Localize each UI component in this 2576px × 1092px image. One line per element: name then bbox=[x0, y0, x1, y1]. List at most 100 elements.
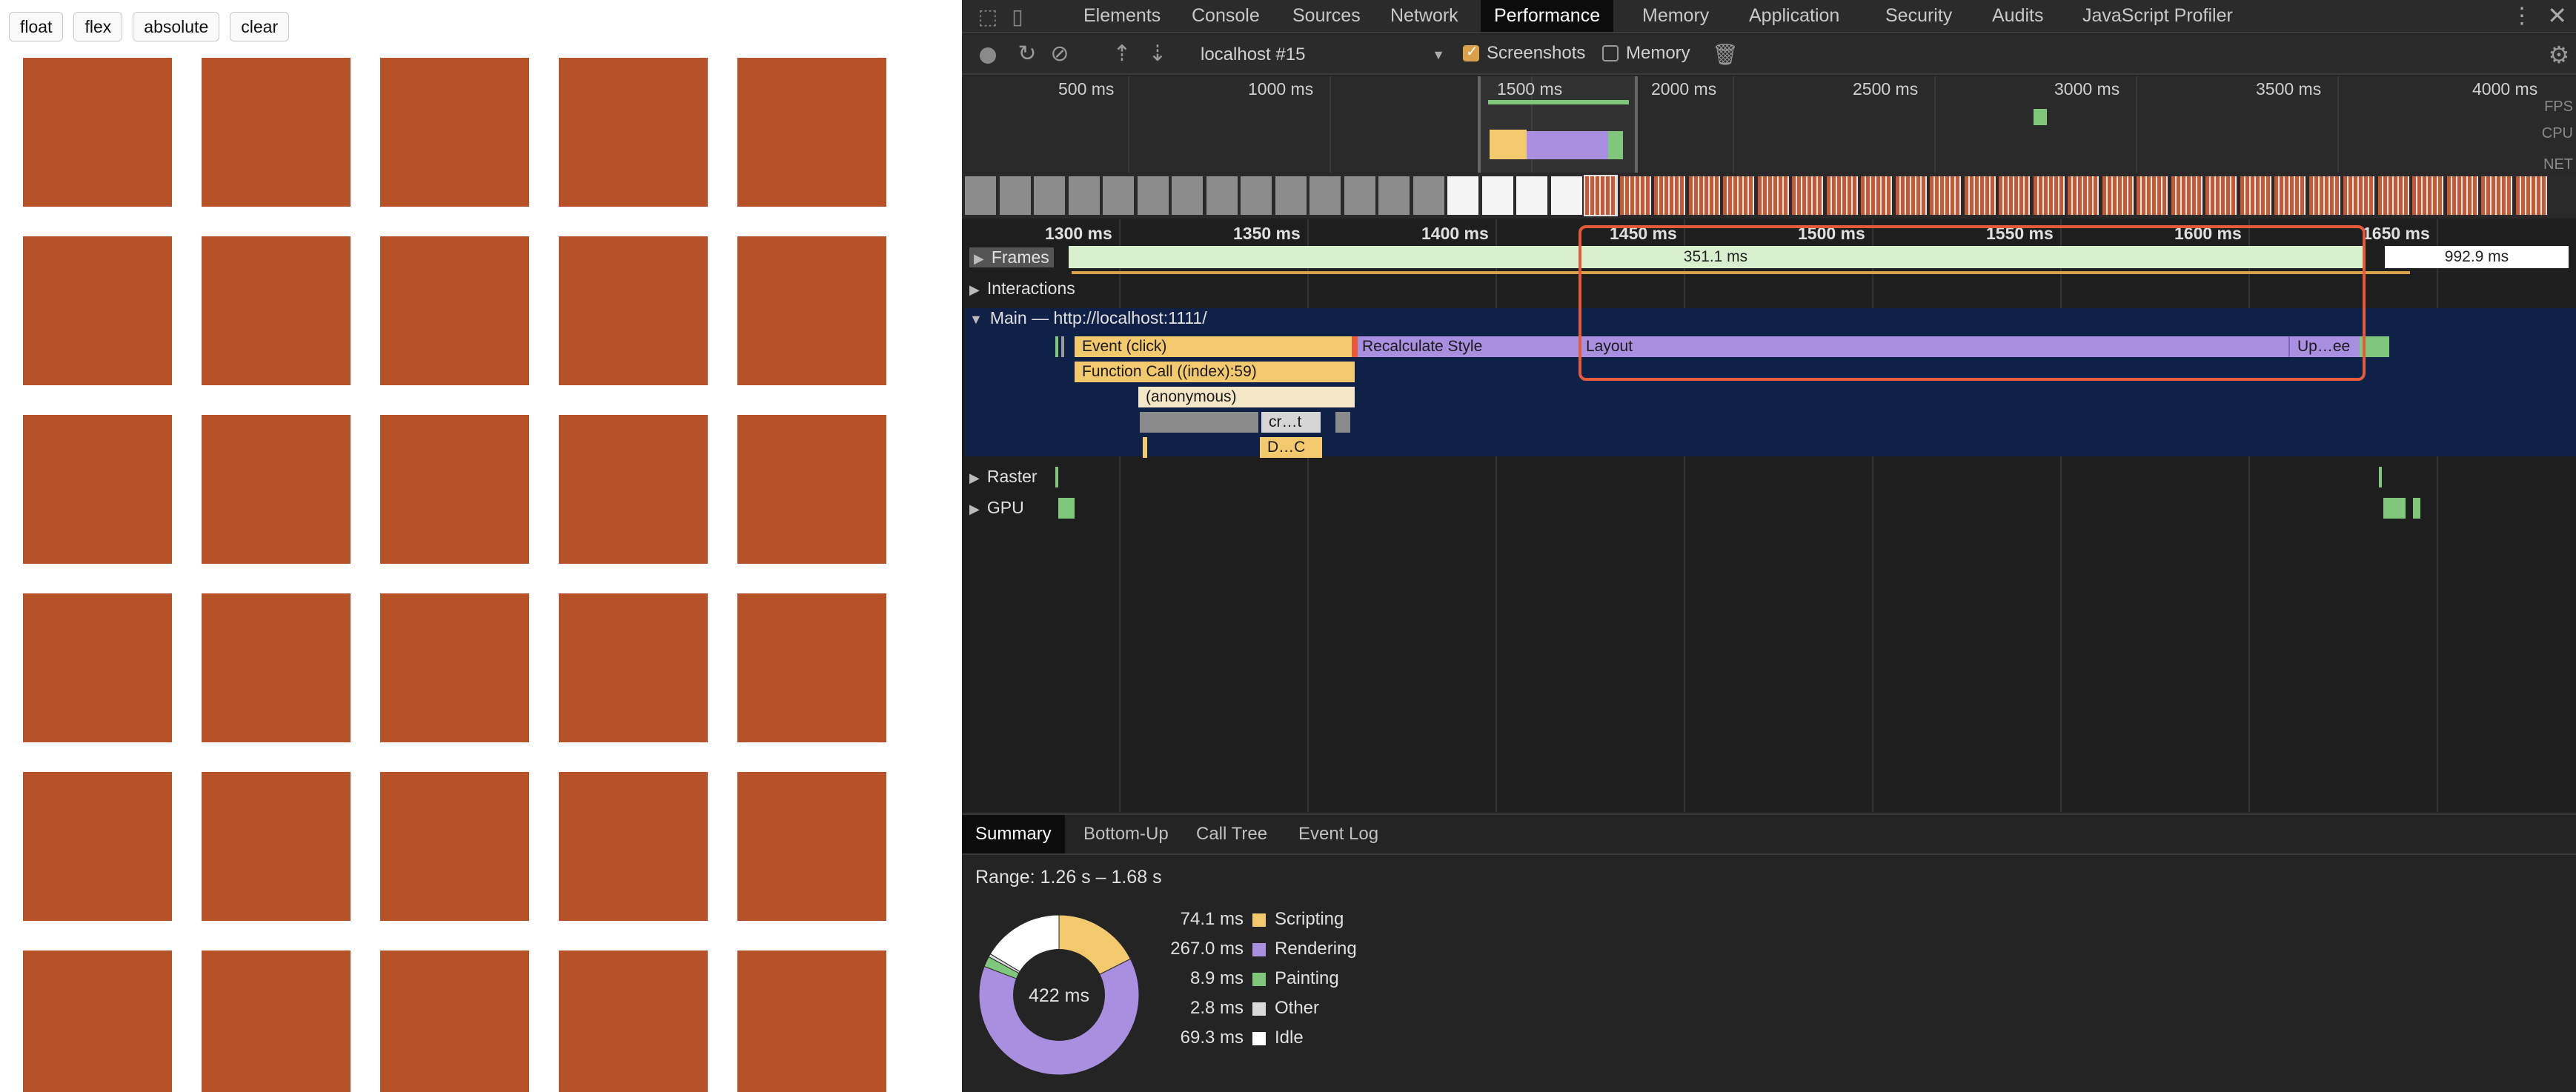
tab-memory[interactable]: Memory bbox=[1629, 0, 1722, 32]
frame-bar[interactable]: 992.9 ms bbox=[2385, 246, 2569, 268]
tab-network[interactable]: Network bbox=[1377, 0, 1472, 32]
screenshot-thumbnail[interactable] bbox=[1688, 176, 1720, 215]
flame-dc[interactable]: D…C bbox=[1260, 437, 1322, 458]
inspect-element-icon[interactable]: ⬚ bbox=[975, 4, 1000, 30]
track-main[interactable]: ▼ Main — http://localhost:1111/ bbox=[969, 308, 1207, 328]
screenshot-thumbnail[interactable] bbox=[2377, 176, 2409, 215]
device-toolbar-icon[interactable]: ▯ bbox=[1005, 4, 1030, 30]
screenshot-thumbnail[interactable] bbox=[1344, 176, 1375, 215]
profile-select[interactable]: localhost #15 ▼ bbox=[1201, 42, 1445, 67]
screenshots-checkbox[interactable] bbox=[1463, 42, 1479, 61]
tab-application[interactable]: Application bbox=[1736, 0, 1853, 32]
screenshot-thumbnail[interactable] bbox=[1137, 176, 1169, 215]
tab-audits[interactable]: Audits bbox=[1979, 0, 2057, 32]
tab-performance[interactable]: Performance bbox=[1481, 0, 1614, 32]
screenshot-thumbnail[interactable] bbox=[1999, 176, 2030, 215]
reload-record-icon[interactable]: ↻ bbox=[1014, 41, 1040, 67]
screenshot-thumbnail[interactable] bbox=[1826, 176, 1858, 215]
screenshot-thumbnail[interactable] bbox=[2102, 176, 2134, 215]
screenshot-thumbnail[interactable] bbox=[1378, 176, 1410, 215]
screenshot-thumbnail[interactable] bbox=[1757, 176, 1789, 215]
screenshot-thumbnail[interactable] bbox=[1413, 176, 1444, 215]
upload-profile-icon[interactable]: ⇡ bbox=[1109, 41, 1135, 67]
overview-tick-label: 3000 ms bbox=[2054, 79, 2120, 99]
clear-button[interactable]: clear bbox=[230, 12, 290, 41]
tab-event-log[interactable]: Event Log bbox=[1285, 815, 1392, 853]
flame-function-call[interactable]: Function Call ((index):59) bbox=[1075, 362, 1355, 382]
tab-sources[interactable]: Sources bbox=[1279, 0, 1374, 32]
flame-recalculate-style[interactable]: Recalculate Style bbox=[1355, 336, 1579, 357]
screenshot-thumbnail[interactable] bbox=[1275, 176, 1307, 215]
screenshot-thumbnail[interactable] bbox=[1516, 176, 1547, 215]
screenshot-thumbnail[interactable] bbox=[1550, 176, 1582, 215]
flex-button[interactable]: flex bbox=[73, 12, 123, 41]
download-profile-icon[interactable]: ⇣ bbox=[1144, 41, 1171, 67]
screenshot-thumbnail[interactable] bbox=[1172, 176, 1203, 215]
track-frames[interactable]: ▶ Frames bbox=[969, 247, 1054, 267]
screenshot-thumbnail[interactable] bbox=[2481, 176, 2512, 215]
tab-call-tree[interactable]: Call Tree bbox=[1183, 815, 1281, 853]
track-gpu[interactable]: ▶ GPU bbox=[969, 498, 1024, 518]
screenshot-thumbnail[interactable] bbox=[2515, 176, 2547, 215]
track-raster[interactable]: ▶ Raster bbox=[969, 467, 1038, 487]
trash-icon[interactable]: 🗑 bbox=[1712, 42, 1739, 67]
more-options-icon[interactable]: ⋮ bbox=[2511, 0, 2533, 32]
screenshot-filmstrip[interactable] bbox=[962, 173, 2576, 218]
flame-create[interactable]: cr…t bbox=[1261, 412, 1321, 433]
screenshot-thumbnail[interactable] bbox=[1792, 176, 1823, 215]
track-main-label: Main — http://localhost:1111/ bbox=[989, 308, 1207, 327]
screenshot-thumbnail[interactable] bbox=[2068, 176, 2099, 215]
screenshot-thumbnail[interactable] bbox=[1241, 176, 1272, 215]
screenshot-thumbnail[interactable] bbox=[2412, 176, 2443, 215]
fps-label: FPS bbox=[2544, 99, 2573, 115]
flame-anonymous[interactable]: (anonymous) bbox=[1138, 387, 1355, 407]
screenshot-thumbnail[interactable] bbox=[2205, 176, 2237, 215]
close-icon[interactable]: ✕ bbox=[2547, 0, 2567, 32]
screenshot-thumbnail[interactable] bbox=[1584, 175, 1618, 216]
gpu-bar bbox=[1058, 498, 1075, 519]
screenshot-thumbnail[interactable] bbox=[1654, 176, 1685, 215]
screenshot-thumbnail[interactable] bbox=[2343, 176, 2374, 215]
screenshot-thumbnail[interactable] bbox=[965, 176, 996, 215]
screenshot-thumbnail[interactable] bbox=[2137, 176, 2168, 215]
screenshot-thumbnail[interactable] bbox=[1068, 176, 1100, 215]
screenshot-thumbnail[interactable] bbox=[1206, 176, 1238, 215]
memory-checkbox[interactable] bbox=[1602, 45, 1619, 61]
clear-icon[interactable]: ⊘ bbox=[1046, 41, 1073, 67]
tab-elements[interactable]: Elements bbox=[1070, 0, 1174, 32]
flame-event-click[interactable]: Event (click) bbox=[1075, 336, 1355, 357]
screenshot-thumbnail[interactable] bbox=[1447, 176, 1478, 215]
tab-security[interactable]: Security bbox=[1872, 0, 1965, 32]
screenshot-thumbnail[interactable] bbox=[1964, 176, 1996, 215]
screenshot-thumbnail[interactable] bbox=[1034, 176, 1065, 215]
grid-box bbox=[559, 236, 708, 385]
screenshot-thumbnail[interactable] bbox=[1619, 176, 1651, 215]
screenshot-thumbnail[interactable] bbox=[1103, 176, 1134, 215]
screenshot-thumbnail[interactable] bbox=[1309, 176, 1341, 215]
screenshot-thumbnail[interactable] bbox=[2171, 176, 2202, 215]
flame-chart[interactable]: 1300 ms 1350 ms 1400 ms 1450 ms 1500 ms … bbox=[962, 219, 2576, 812]
float-button[interactable]: float bbox=[9, 12, 64, 41]
screenshot-thumbnail[interactable] bbox=[1861, 176, 1892, 215]
screenshot-thumbnail[interactable] bbox=[1481, 176, 1513, 215]
screenshot-thumbnail[interactable] bbox=[2274, 176, 2306, 215]
tab-summary[interactable]: Summary bbox=[962, 815, 1065, 853]
screenshot-thumbnail[interactable] bbox=[2308, 176, 2340, 215]
record-icon[interactable] bbox=[980, 47, 996, 64]
screenshot-thumbnail[interactable] bbox=[2240, 176, 2271, 215]
screenshot-thumbnail[interactable] bbox=[2446, 176, 2478, 215]
legend-value: 2.8 ms bbox=[1189, 998, 1244, 1018]
screenshot-thumbnail[interactable] bbox=[2033, 176, 2065, 215]
screenshot-thumbnail[interactable] bbox=[999, 176, 1031, 215]
gear-icon[interactable]: ⚙ bbox=[2546, 42, 2572, 67]
tab-javascript-profiler[interactable]: JavaScript Profiler bbox=[2069, 0, 2246, 32]
track-interactions[interactable]: ▶ Interactions bbox=[969, 279, 1075, 299]
screenshot-thumbnail[interactable] bbox=[1930, 176, 1961, 215]
screenshot-thumbnail[interactable] bbox=[1723, 176, 1754, 215]
screenshot-thumbnail[interactable] bbox=[1895, 176, 1927, 215]
grid-box bbox=[23, 58, 172, 207]
timeline-overview[interactable]: 500 ms 1000 ms 1500 ms 2000 ms 2500 ms 3… bbox=[962, 76, 2576, 173]
tab-console[interactable]: Console bbox=[1178, 0, 1273, 32]
absolute-button[interactable]: absolute bbox=[133, 12, 220, 41]
tab-bottom-up[interactable]: Bottom-Up bbox=[1070, 815, 1182, 853]
